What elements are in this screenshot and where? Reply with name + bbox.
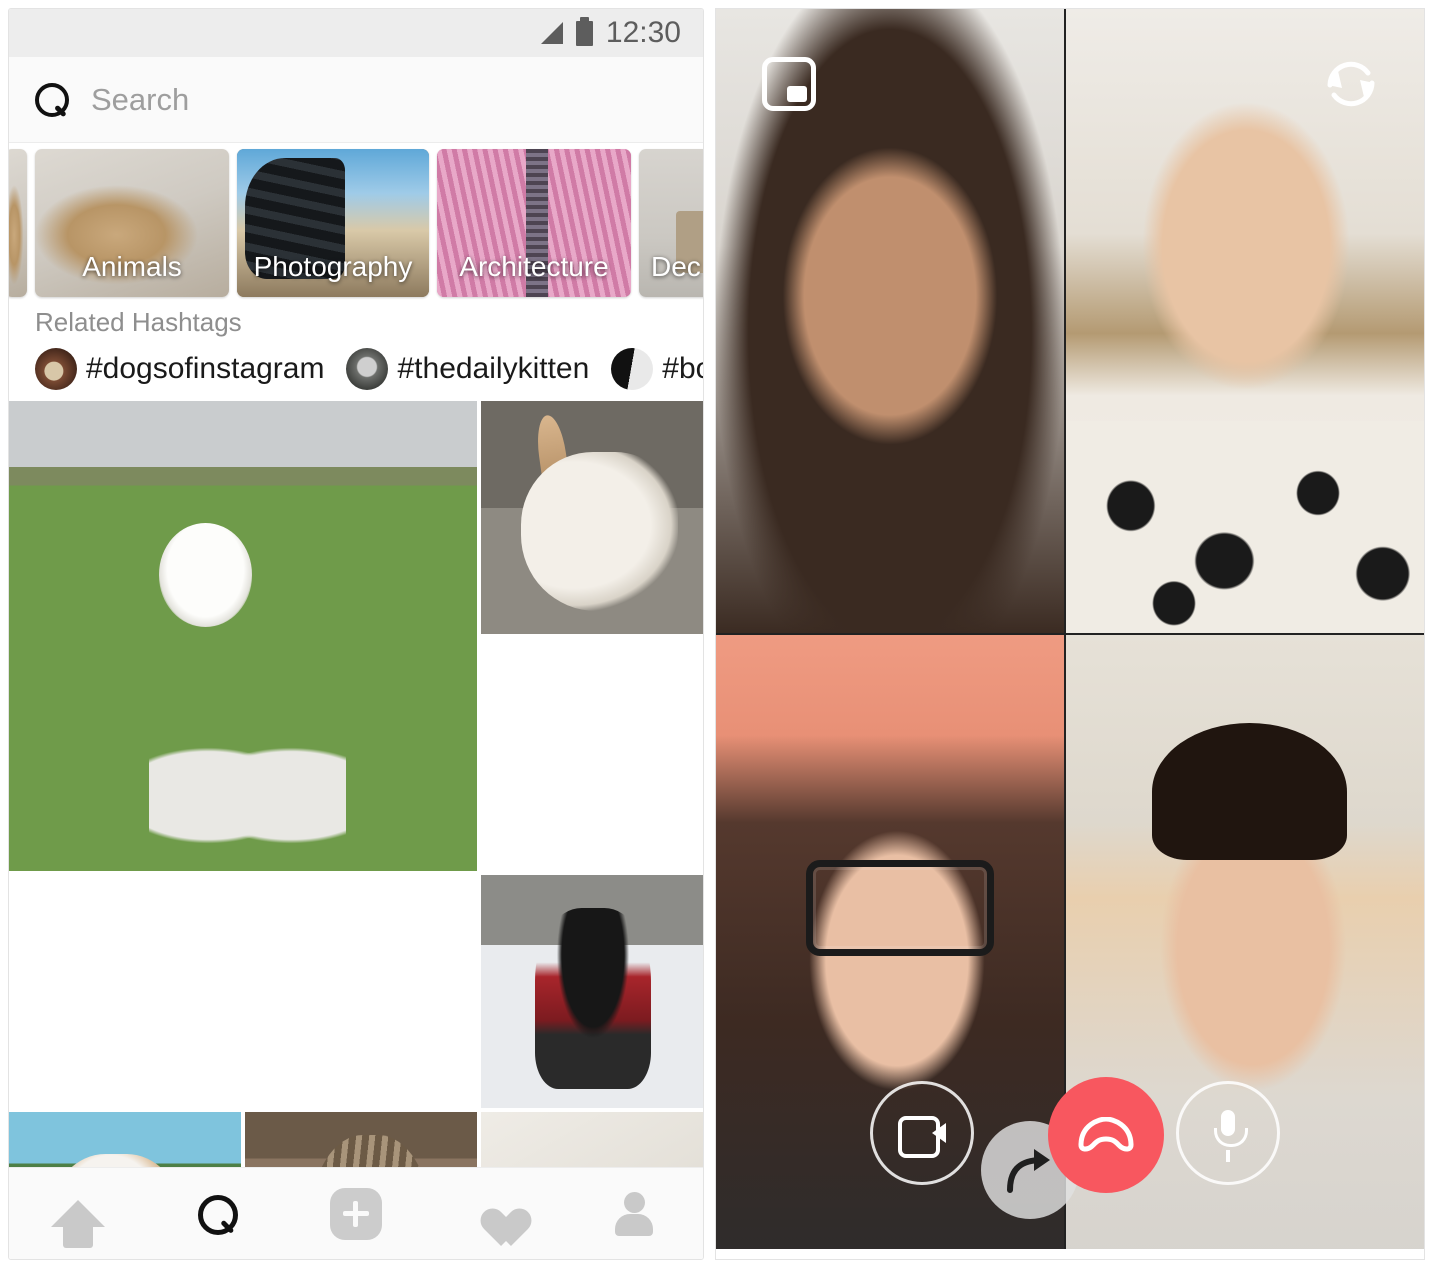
nav-item-create[interactable] xyxy=(301,1179,411,1249)
photo xyxy=(481,401,703,634)
status-bar: 12:30 xyxy=(9,9,703,57)
nav-item-profile[interactable] xyxy=(579,1179,689,1249)
chip-label: Photography xyxy=(253,251,413,282)
heart-icon xyxy=(472,1193,518,1235)
explore-photo-grid[interactable] xyxy=(9,401,703,1167)
hashtag-item[interactable]: #dogsofinstagram xyxy=(35,348,324,390)
bottom-safe-area xyxy=(716,1249,1424,1259)
screenshot-stage: 12:30 Animals Photography xyxy=(0,0,1429,1268)
nose-avatar xyxy=(611,348,654,390)
category-chip-photography[interactable]: Photography xyxy=(237,149,429,297)
grid-photo-dog-running-in-park[interactable] xyxy=(9,401,477,871)
hashtag-label: #boopmynose xyxy=(662,352,703,385)
chip-label: Architecture xyxy=(459,251,609,282)
photo xyxy=(9,1112,241,1167)
search-bar[interactable] xyxy=(9,57,703,143)
call-controls[interactable] xyxy=(716,1077,1424,1219)
picture-in-picture-icon[interactable] xyxy=(762,57,816,111)
chip-photo xyxy=(9,149,27,297)
nav-item-home[interactable] xyxy=(23,1179,133,1249)
signal-triangle-icon xyxy=(540,22,563,44)
hashtag-item[interactable]: #thedailykitten xyxy=(346,348,589,390)
photo xyxy=(481,1112,703,1167)
grid-photo-pitbull-on-graffiti[interactable] xyxy=(9,1112,241,1167)
photo xyxy=(481,875,703,1108)
category-chip-architecture[interactable]: Architecture xyxy=(437,149,631,297)
hashtag-item[interactable]: #boopmynose xyxy=(611,348,703,390)
microphone-stem xyxy=(1226,1150,1230,1162)
photo xyxy=(9,401,477,871)
grid-photo-dog-on-bed[interactable] xyxy=(481,1112,703,1167)
microphone-icon xyxy=(1211,1110,1248,1162)
category-chip-partial[interactable] xyxy=(9,149,27,297)
video-call-screen xyxy=(715,8,1425,1260)
dog-avatar xyxy=(35,348,77,390)
category-chip-animals[interactable]: Animals xyxy=(35,149,229,297)
search-icon xyxy=(35,82,69,117)
nav-item-activity[interactable] xyxy=(440,1179,550,1249)
grid-photo-white-rabbit[interactable] xyxy=(481,401,703,634)
toggle-microphone-button[interactable] xyxy=(1176,1081,1280,1185)
flip-camera-icon[interactable] xyxy=(1320,55,1382,113)
plus-square-icon xyxy=(329,1187,382,1240)
chip-label: Dec xyxy=(651,251,701,282)
phone-screen: 12:30 Animals Photography xyxy=(8,8,704,1260)
battery-icon xyxy=(575,16,593,46)
category-chip-row[interactable]: Animals Photography Architecture Dec xyxy=(9,143,703,303)
photo xyxy=(245,1112,477,1167)
related-hashtags-section: Related Hashtags #dogsofinstagram #theda… xyxy=(9,303,703,401)
search-input[interactable] xyxy=(91,81,693,118)
video-call-panel xyxy=(712,0,1429,1268)
grid-photo-tabby-cat-with-laptop[interactable] xyxy=(245,1112,477,1167)
related-hashtags-title: Related Hashtags xyxy=(35,307,242,337)
instagram-explore-panel: 12:30 Animals Photography xyxy=(0,0,712,1268)
person-icon xyxy=(613,1191,655,1236)
category-chip-decor[interactable]: Dec xyxy=(639,149,703,297)
chip-label: Animals xyxy=(82,251,182,282)
hashtag-label: #dogsofinstagram xyxy=(86,352,325,385)
kitten-avatar xyxy=(346,348,389,390)
nav-item-search[interactable] xyxy=(162,1179,272,1249)
bottom-navigation-bar[interactable] xyxy=(9,1167,703,1259)
phone-hangup-icon xyxy=(1078,1117,1134,1152)
hashtag-label: #thedailykitten xyxy=(397,352,590,385)
hashtag-list[interactable]: #dogsofinstagram #thedailykitten #boopmy… xyxy=(35,348,703,390)
end-call-button[interactable] xyxy=(1048,1077,1164,1193)
status-bar-clock: 12:30 xyxy=(605,16,681,49)
toggle-camera-button[interactable] xyxy=(870,1081,974,1185)
home-icon xyxy=(51,1200,106,1248)
video-camera-icon xyxy=(898,1116,946,1158)
grid-photo-black-dog-in-snow[interactable] xyxy=(481,875,703,1108)
search-icon xyxy=(198,1194,239,1235)
